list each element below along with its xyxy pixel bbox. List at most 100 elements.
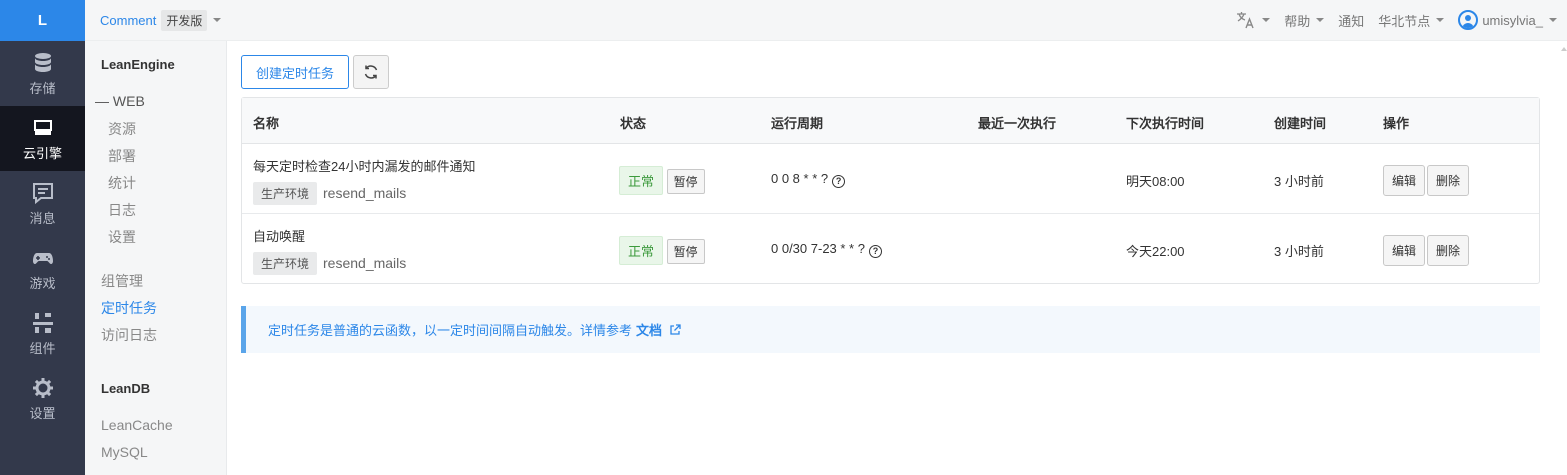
created-time: 3 小时前 (1274, 174, 1324, 189)
refresh-button[interactable] (353, 55, 389, 89)
components-icon (32, 312, 53, 333)
main-rail: L 存储 云引擎 消息 游戏 组件 设置 (0, 0, 85, 475)
rail-item-game[interactable]: 游戏 (0, 236, 85, 301)
help-icon[interactable]: ? (832, 175, 846, 188)
region-label: 华北节点 (1378, 13, 1431, 29)
status-badge: 正常 (619, 236, 664, 265)
created-time: 3 小时前 (1274, 244, 1324, 259)
table-row: 每天定时检查24小时内漏发的邮件通知 生产环境 resend_mails 正常 暂… (242, 144, 1539, 214)
pause-button[interactable]: 暂停 (666, 169, 705, 194)
rail-item-message[interactable]: 消息 (0, 171, 85, 236)
rail-label-message: 消息 (29, 210, 56, 226)
user-menu[interactable]: umisylvia_ (1458, 10, 1557, 30)
docs-link-label: 文档 (636, 323, 663, 338)
edit-button[interactable]: 编辑 (1383, 235, 1426, 266)
main-content: 创建定时任务 名称 状态 运行周期 最近一次执行 下次执行时间 创建时间 操作 … (227, 41, 1567, 475)
help-icon[interactable]: ? (868, 245, 882, 258)
pause-button[interactable]: 暂停 (666, 239, 705, 264)
row-actions-cell: 编辑 删除 (1383, 235, 1471, 266)
env-tag: 生产环境 (253, 182, 318, 205)
sidebar-item-web-settings[interactable]: 设置 (108, 227, 136, 247)
row-status-cell: 正常 暂停 (619, 166, 705, 195)
table-header: 名称 状态 运行周期 最近一次执行 下次执行时间 创建时间 操作 (242, 98, 1539, 144)
next-run: 明天08:00 (1126, 174, 1185, 189)
avatar (1458, 10, 1479, 30)
table-row: 自动唤醒 生产环境 resend_mails 正常 暂停 0 0/30 7-23 … (242, 214, 1539, 284)
region-dropdown-icon (1436, 18, 1445, 22)
create-cron-button[interactable]: 创建定时任务 (241, 55, 349, 89)
gear-icon (32, 377, 53, 398)
delete-button[interactable]: 删除 (1427, 235, 1470, 266)
rail-label-game: 游戏 (29, 275, 56, 291)
row-status-cell: 正常 暂停 (619, 236, 705, 265)
help-menu[interactable]: 帮助 (1284, 11, 1325, 30)
delete-button[interactable]: 删除 (1427, 165, 1470, 196)
col-name: 名称 (253, 116, 280, 131)
username: umisylvia_ (1482, 12, 1543, 28)
edit-button[interactable]: 编辑 (1383, 165, 1426, 196)
status-badge: 正常 (619, 166, 664, 195)
external-link-icon (670, 324, 681, 335)
rail-label-engine: 云引擎 (22, 145, 62, 161)
info-text: 定时任务是普通的云函数，以一定时间间隔自动触发。详情参考 (268, 323, 633, 338)
function-name: resend_mails (323, 255, 407, 271)
section-header-leandb: LeanDB (101, 381, 151, 396)
env-badge: 开发版 (161, 9, 208, 31)
logo-text: L (37, 12, 48, 29)
section-header-leanengine: LeanEngine (101, 57, 175, 72)
top-right-menu: 帮助 通知 华北节点 umisylvia_ (1236, 0, 1557, 40)
app-logo[interactable]: L (0, 0, 85, 41)
database-icon (34, 52, 51, 72)
engine-icon (33, 119, 52, 135)
refresh-icon (364, 65, 378, 79)
task-name: 每天定时检查24小时内漏发的邮件通知 (253, 159, 476, 174)
row-actions-cell: 编辑 删除 (1383, 165, 1471, 196)
sidebar-item-leancache[interactable]: LeanCache (101, 417, 173, 433)
app-switcher[interactable]: Comment (100, 13, 156, 28)
message-icon (32, 182, 53, 204)
rail-item-settings[interactable]: 设置 (0, 366, 85, 431)
sidebar-item-cron[interactable]: 定时任务 (101, 298, 157, 318)
rail-item-storage[interactable]: 存储 (0, 41, 85, 106)
sidebar-item-logs[interactable]: 日志 (108, 200, 136, 220)
region-menu[interactable]: 华北节点 (1378, 11, 1445, 30)
web-label: WEB (112, 93, 145, 109)
notify-link[interactable]: 通知 (1338, 11, 1364, 30)
sidebar-item-web[interactable]: — WEB (95, 93, 145, 109)
top-bar: Comment 开发版 帮助 通知 华北节点 umisylvia_ (85, 0, 1567, 41)
sidebar-item-stats[interactable]: 统计 (108, 173, 136, 193)
sidebar-item-group-mgmt[interactable]: 组管理 (101, 271, 143, 291)
col-next-run: 下次执行时间 (1126, 116, 1205, 131)
col-created: 创建时间 (1274, 116, 1327, 131)
row-schedule-cell: 0 0/30 7-23 * * ?? (771, 241, 882, 258)
sidebar-item-access-log[interactable]: 访问日志 (101, 325, 157, 345)
row-name-cell: 每天定时检查24小时内漏发的邮件通知 生产环境 resend_mails (253, 156, 475, 205)
help-dropdown-icon (1316, 18, 1325, 22)
translate-icon (1237, 12, 1254, 29)
col-status: 状态 (620, 116, 647, 131)
engine-sidebar: LeanEngine — WEB 资源 部署 统计 日志 设置 组管理 定时任务… (85, 41, 227, 475)
notify-label: 通知 (1338, 13, 1365, 29)
rail-label-storage: 存储 (29, 80, 56, 96)
function-name: resend_mails (323, 185, 407, 201)
rail-label-settings: 设置 (29, 405, 56, 421)
cron-expression: 0 0 8 * * ? (771, 171, 829, 186)
next-run: 今天22:00 (1126, 244, 1185, 259)
row-name-cell: 自动唤醒 生产环境 resend_mails (253, 226, 406, 275)
rail-item-engine[interactable]: 云引擎 (0, 106, 85, 171)
sidebar-item-mysql[interactable]: MySQL (101, 444, 148, 460)
cron-table: 名称 状态 运行周期 最近一次执行 下次执行时间 创建时间 操作 每天定时检查2… (241, 97, 1540, 284)
sidebar-item-deploy[interactable]: 部署 (108, 146, 136, 166)
scrollbar[interactable] (1559, 41, 1567, 475)
app-dropdown-icon[interactable] (213, 18, 222, 22)
sidebar-item-resources[interactable]: 资源 (108, 119, 136, 139)
rail-label-components: 组件 (29, 340, 56, 356)
language-dropdown-icon (1262, 18, 1271, 22)
language-switcher[interactable] (1236, 11, 1271, 29)
row-schedule-cell: 0 0 8 * * ?? (771, 171, 846, 188)
rail-item-components[interactable]: 组件 (0, 301, 85, 366)
col-last-run: 最近一次执行 (978, 116, 1057, 131)
col-actions: 操作 (1383, 116, 1410, 131)
task-name: 自动唤醒 (253, 229, 306, 244)
docs-link[interactable]: 文档 (636, 320, 681, 339)
